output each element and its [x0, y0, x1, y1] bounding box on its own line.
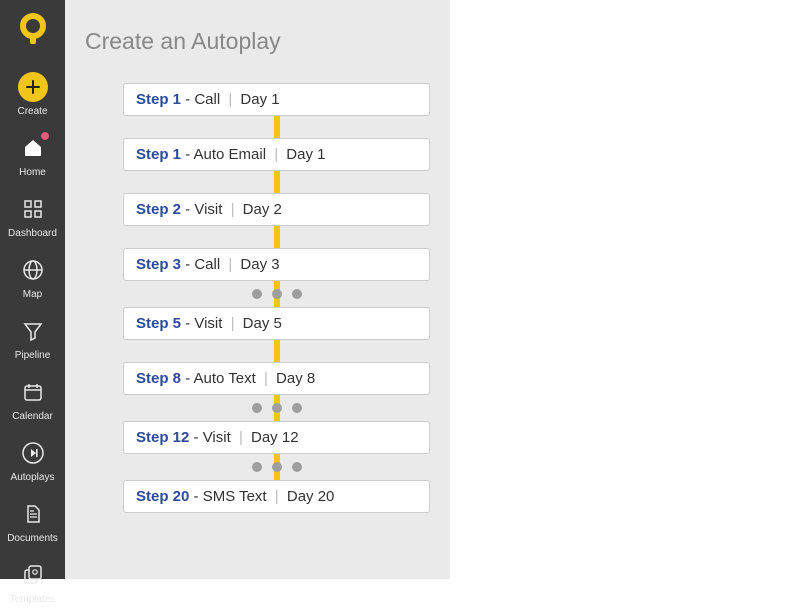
- step-day: Day 12: [247, 429, 299, 446]
- separator: |: [275, 488, 279, 505]
- main-panel: Create an Autoplay Step 1 - Call | Day 1…: [65, 0, 450, 579]
- separator: |: [274, 146, 278, 163]
- step-number: Step 1: [136, 91, 181, 108]
- autoplay-step[interactable]: Step 20 - SMS Text | Day 20: [123, 480, 430, 513]
- nav-create[interactable]: Create: [0, 64, 65, 125]
- step-number: Step 3: [136, 256, 181, 273]
- ellipsis-dot: [292, 403, 302, 413]
- plus-icon: [18, 72, 48, 102]
- document-icon: [18, 499, 48, 529]
- step-number: Step 1: [136, 146, 181, 163]
- nav-label: Calendar: [12, 411, 53, 422]
- ellipsis-dot: [272, 403, 282, 413]
- autoplay-step[interactable]: Step 1 - Call | Day 1: [123, 83, 430, 116]
- step-action: - SMS Text: [189, 488, 270, 505]
- nav-label: Dashboard: [8, 228, 57, 239]
- separator: |: [231, 315, 235, 332]
- ellipsis-dot: [252, 403, 262, 413]
- autoplay-step[interactable]: Step 8 - Auto Text | Day 8: [123, 362, 430, 395]
- app-logo: [17, 12, 49, 44]
- step-connector: [123, 171, 430, 193]
- step-action: - Visit: [181, 201, 227, 218]
- step-connector: [123, 226, 430, 248]
- nav-autoplays[interactable]: Autoplays: [0, 430, 65, 491]
- step-action: - Visit: [189, 429, 235, 446]
- step-action: - Visit: [181, 315, 227, 332]
- nav-dashboard[interactable]: Dashboard: [0, 186, 65, 247]
- separator: |: [264, 370, 268, 387]
- ellipsis-dot: [252, 462, 262, 472]
- step-connector: [123, 340, 430, 362]
- ellipsis-dot: [252, 289, 262, 299]
- autoplay-step[interactable]: Step 2 - Visit | Day 2: [123, 193, 430, 226]
- step-list: Step 1 - Call | Day 1Step 1 - Auto Email…: [85, 83, 430, 513]
- step-number: Step 5: [136, 315, 181, 332]
- autoplay-icon: [18, 438, 48, 468]
- grid-icon: [18, 194, 48, 224]
- autoplay-step[interactable]: Step 3 - Call | Day 3: [123, 248, 430, 281]
- separator: |: [239, 429, 243, 446]
- step-number: Step 2: [136, 201, 181, 218]
- separator: |: [228, 91, 232, 108]
- ellipsis-dot: [272, 462, 282, 472]
- step-day: Day 8: [272, 370, 315, 387]
- step-action: - Call: [181, 91, 224, 108]
- step-ellipsis: [123, 281, 430, 307]
- nav-label: Create: [17, 106, 47, 117]
- calendar-icon: [18, 377, 48, 407]
- nav-map[interactable]: Map: [0, 247, 65, 308]
- step-day: Day 3: [236, 256, 279, 273]
- step-day: Day 1: [236, 91, 279, 108]
- notification-badge: [40, 131, 50, 141]
- nav-label: Pipeline: [15, 350, 51, 361]
- autoplay-step[interactable]: Step 1 - Auto Email | Day 1: [123, 138, 430, 171]
- step-action: - Call: [181, 256, 224, 273]
- nav-label: Map: [23, 289, 42, 300]
- nav-label: Documents: [7, 533, 58, 544]
- step-number: Step 12: [136, 429, 189, 446]
- page-title: Create an Autoplay: [85, 28, 430, 55]
- step-action: - Auto Text: [181, 370, 260, 387]
- step-number: Step 8: [136, 370, 181, 387]
- step-connector: [123, 116, 430, 138]
- home-icon: [18, 133, 48, 163]
- step-day: Day 2: [239, 201, 282, 218]
- step-day: Day 1: [282, 146, 325, 163]
- nav-label: Templates: [10, 594, 56, 605]
- nav-home[interactable]: Home: [0, 125, 65, 186]
- step-day: Day 5: [239, 315, 282, 332]
- step-action: - Auto Email: [181, 146, 270, 163]
- step-ellipsis: [123, 454, 430, 480]
- ellipsis-dot: [272, 289, 282, 299]
- nav-label: Home: [19, 167, 46, 178]
- autoplay-step[interactable]: Step 12 - Visit | Day 12: [123, 421, 430, 454]
- nav-label: Autoplays: [11, 472, 55, 483]
- separator: |: [231, 201, 235, 218]
- funnel-icon: [18, 316, 48, 346]
- templates-icon: [18, 560, 48, 590]
- ellipsis-dot: [292, 289, 302, 299]
- nav-pipeline[interactable]: Pipeline: [0, 308, 65, 369]
- nav-calendar[interactable]: Calendar: [0, 369, 65, 430]
- ellipsis-dot: [292, 462, 302, 472]
- step-day: Day 20: [283, 488, 335, 505]
- nav-documents[interactable]: Documents: [0, 491, 65, 552]
- nav-templates[interactable]: Templates: [0, 552, 65, 613]
- step-number: Step 20: [136, 488, 189, 505]
- separator: |: [228, 256, 232, 273]
- step-ellipsis: [123, 395, 430, 421]
- sidebar: Create Home Dashboard Map Pipeline Calen…: [0, 0, 65, 579]
- globe-icon: [18, 255, 48, 285]
- autoplay-step[interactable]: Step 5 - Visit | Day 5: [123, 307, 430, 340]
